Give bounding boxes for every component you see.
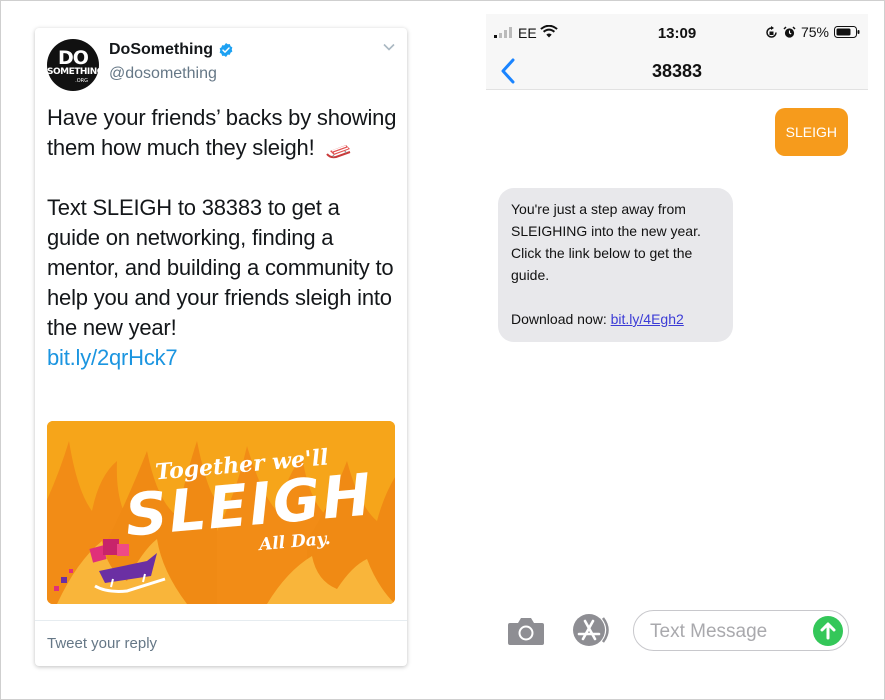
author-name-row[interactable]: DoSomething (109, 41, 234, 59)
tweet-body: Have your friends’ backs by showing them… (47, 103, 397, 373)
tweet-paragraph-2: Text SLEIGH to 38383 to get a guide on n… (47, 195, 394, 340)
alarm-icon (783, 25, 796, 38)
orientation-lock-icon (766, 25, 777, 38)
avatar-logo-org: .ORG (75, 78, 88, 84)
status-right-group: 75% (765, 24, 860, 40)
tweet-link[interactable]: bit.ly/2qrHck7 (47, 345, 178, 370)
incoming-download-line: Download now: bit.ly/4Egh2 (511, 308, 721, 330)
camera-icon[interactable] (506, 615, 546, 647)
tweet-card[interactable]: DO SOMETHING .ORG DoSomething @dosomethi… (35, 28, 407, 666)
reply-divider (35, 620, 407, 621)
send-arrow-icon[interactable] (813, 616, 843, 646)
chevron-down-icon[interactable] (383, 42, 395, 52)
author-display-name[interactable]: DoSomething (109, 41, 213, 59)
avatar-logo-text: DO (58, 47, 89, 69)
incoming-message-text: You're just a step away from SLEIGHING i… (511, 201, 701, 283)
author-handle[interactable]: @dosomething (109, 65, 217, 83)
message-link[interactable]: bit.ly/4Egh2 (611, 311, 684, 327)
verified-badge-icon (219, 43, 233, 57)
battery-percentage: 75% (800, 24, 829, 40)
status-bar: EE 13:09 75% (486, 14, 868, 50)
avatar-logo-subtext: SOMETHING (47, 67, 104, 77)
contact-title[interactable]: 38383 (486, 61, 868, 82)
outgoing-message[interactable]: SLEIGH (774, 108, 848, 156)
message-input[interactable]: Text Message (633, 610, 849, 651)
reply-input[interactable]: Tweet your reply (47, 635, 157, 652)
avatar[interactable]: DO SOMETHING .ORG (47, 39, 104, 91)
app-store-icon[interactable] (570, 613, 612, 647)
incoming-message[interactable]: You're just a step away from SLEIGHING i… (498, 188, 733, 342)
messages-screen: EE 13:09 75% 38383 SLEIGH You're just a … (486, 14, 868, 684)
message-input-placeholder: Text Message (650, 621, 768, 642)
download-label: Download now: (511, 311, 611, 327)
sled-emoji-icon (326, 145, 351, 159)
tweet-media-image[interactable]: Together we'll SLEIGH All Day. (47, 421, 395, 604)
battery-icon (834, 26, 860, 38)
navigation-bar: EE 13:09 75% 38383 (486, 14, 868, 90)
